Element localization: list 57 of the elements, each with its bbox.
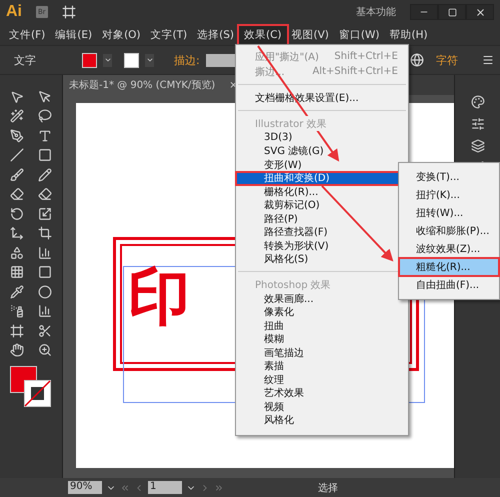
- menu-item[interactable]: 对象(O): [97, 26, 146, 44]
- menu-item[interactable]: 纹理: [236, 373, 408, 386]
- menu-item[interactable]: SVG 滤镜(G): [236, 144, 408, 158]
- menu-item[interactable]: 效果(C): [239, 26, 287, 44]
- layers-icon[interactable]: [470, 139, 484, 153]
- first-page-icon[interactable]: [120, 482, 130, 492]
- menu-item[interactable]: 模糊: [236, 332, 408, 346]
- menu-item[interactable]: 扭曲: [236, 319, 408, 332]
- menu-item[interactable]: 扭转(W)...: [399, 204, 499, 222]
- menu-item[interactable]: 选择(S): [192, 26, 239, 44]
- menu-item[interactable]: 帮助(H): [384, 26, 433, 44]
- document-title: 未标题-1* @ 90% (CMYK/预览): [69, 78, 216, 92]
- menu-item[interactable]: 收缩和膨胀(P)...: [399, 222, 499, 240]
- menu-item[interactable]: 文字(T): [146, 26, 192, 44]
- menu-item[interactable]: 自由扭曲(F)...: [399, 276, 499, 294]
- character-panel-link[interactable]: 字符: [436, 52, 458, 68]
- stroke-label: 描边:: [174, 52, 200, 68]
- close-button[interactable]: [466, 4, 494, 20]
- menu-item[interactable]: 画笔描边: [236, 346, 408, 360]
- app-logo: Ai: [6, 3, 22, 21]
- fill-swatch[interactable]: [82, 52, 97, 68]
- menu-item[interactable]: 视频: [236, 400, 408, 414]
- properties-icon[interactable]: [470, 117, 484, 131]
- page-field[interactable]: 1: [148, 481, 182, 494]
- panel-menu-icon[interactable]: [482, 54, 494, 66]
- menu-item[interactable]: 波纹效果(Z)...: [399, 240, 499, 258]
- close-icon: [474, 6, 486, 18]
- color-panel-icon[interactable]: [470, 95, 484, 109]
- section-header: Photoshop 效果: [255, 277, 331, 292]
- dropdown-button[interactable]: [145, 54, 154, 66]
- layout-icon[interactable]: [62, 5, 76, 19]
- caret-icon: [146, 56, 154, 64]
- menu-item[interactable]: 像素化: [236, 306, 408, 319]
- menu-item[interactable]: 文件(F): [4, 26, 50, 44]
- menu-item[interactable]: 扭拧(K)...: [399, 186, 499, 204]
- menu-item[interactable]: 窗口(W): [334, 26, 384, 44]
- menu-item[interactable]: 视图(V): [286, 26, 334, 44]
- dropdown-button[interactable]: [103, 54, 112, 66]
- workspace-switcher[interactable]: 基本功能: [356, 5, 396, 19]
- selection-type-label: 文字: [14, 52, 36, 68]
- current-tool-label: 选择: [318, 482, 338, 494]
- maximize-button[interactable]: [438, 4, 466, 20]
- menu-item[interactable]: 风格化: [236, 414, 408, 427]
- zoom-field[interactable]: 90%: [68, 481, 102, 494]
- menu-item[interactable]: 艺术效果: [236, 386, 408, 400]
- stamp-text: 印: [128, 266, 190, 328]
- menu-item[interactable]: 粗糙化(R)...: [399, 258, 499, 276]
- menu-item[interactable]: 3D(3): [236, 131, 408, 144]
- menu-item[interactable]: 编辑(E): [50, 26, 98, 44]
- stroke-swatch[interactable]: [124, 52, 139, 68]
- menu-item[interactable]: 素描: [236, 360, 408, 373]
- section-header: Illustrator 效果: [255, 116, 327, 131]
- caret-icon: [104, 56, 112, 64]
- maximize-icon: [448, 8, 456, 16]
- globe-icon[interactable]: [410, 53, 424, 67]
- fill-stroke-drawing[interactable]: [10, 366, 52, 408]
- last-page-icon[interactable]: [214, 482, 224, 492]
